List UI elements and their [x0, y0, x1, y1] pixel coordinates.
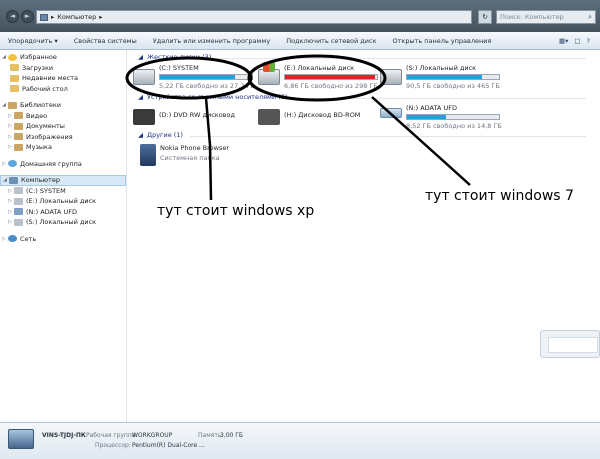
annotation-overlay: [125, 54, 471, 201]
details-pane: VINS-TJDJ-ПК Рабочая группа: WORKGROUP П…: [0, 422, 600, 459]
floating-panel-field: [548, 337, 598, 353]
floating-panel: [540, 330, 600, 358]
computer-icon: [8, 429, 34, 449]
workgroup-label: Рабочая группа:: [86, 432, 138, 439]
annotation-text-seven: тут стоит windows 7: [425, 188, 574, 204]
annotation-circle-xp: [125, 56, 253, 100]
pc-name: VINS-TJDJ-ПК: [42, 432, 86, 439]
memory-value: 3,00 ГБ: [220, 432, 244, 439]
workgroup-value: WORKGROUP: [132, 432, 173, 439]
cpu-label: Процессор:: [95, 442, 131, 449]
annotation-text-xp: тут стоит windows xp: [157, 203, 315, 219]
annotation-circle-seven: [247, 54, 387, 102]
cpu-value: Pentium(R) Dual-Core ...: [132, 442, 205, 449]
annotation-line-xp: [204, 97, 213, 201]
annotation-line-seven: [371, 96, 471, 186]
